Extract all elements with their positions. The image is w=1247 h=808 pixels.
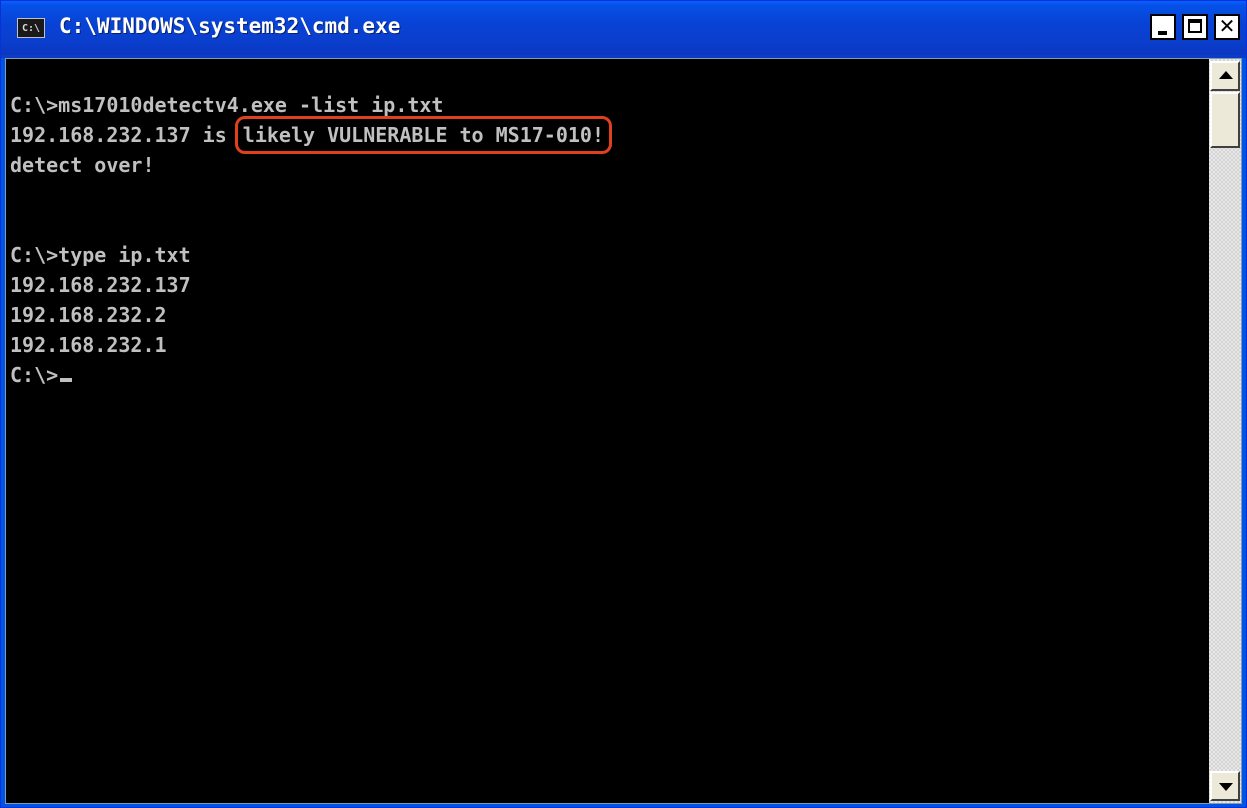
console-line-prefix: 192.168.232.137 is xyxy=(10,123,239,147)
console-line: C:\>type ip.txt xyxy=(10,243,191,267)
scroll-up-button[interactable] xyxy=(1210,61,1240,91)
minimize-button[interactable] xyxy=(1150,14,1176,40)
minimize-icon xyxy=(1158,31,1167,35)
console-prompt-line[interactable]: C:\> xyxy=(10,360,1210,390)
maximize-icon xyxy=(1188,19,1202,33)
maximize-button[interactable] xyxy=(1182,14,1208,40)
window-title: C:\WINDOWS\system32\cmd.exe xyxy=(59,14,401,38)
title-bar[interactable]: C:\ C:\WINDOWS\system32\cmd.exe ✕ xyxy=(1,1,1246,58)
arrow-up-icon xyxy=(1219,71,1233,79)
close-button[interactable]: ✕ xyxy=(1214,14,1240,40)
scroll-down-button[interactable] xyxy=(1210,771,1240,801)
console-output[interactable]: C:\>ms17010detectv4.exe -list ip.txt 192… xyxy=(10,59,1210,803)
console-area[interactable]: C:\>ms17010detectv4.exe -list ip.txt 192… xyxy=(5,58,1242,804)
scroll-thumb[interactable] xyxy=(1210,92,1240,148)
vulnerability-highlight: likely VULNERABLE to MS17-010! xyxy=(234,116,613,154)
console-line: C:\>ms17010detectv4.exe -list ip.txt xyxy=(10,93,444,117)
console-line: 192.168.232.2 xyxy=(10,303,167,327)
text-cursor xyxy=(60,378,73,382)
cmd-icon[interactable]: C:\ xyxy=(17,18,45,38)
console-line: 192.168.232.137 is likely VULNERABLE to … xyxy=(10,116,1210,154)
console-prompt: C:\> xyxy=(10,363,59,387)
arrow-down-icon xyxy=(1219,783,1233,791)
console-line: 192.168.232.137 xyxy=(10,273,191,297)
console-line: detect over! xyxy=(10,153,155,177)
cmd-window: C:\ C:\WINDOWS\system32\cmd.exe ✕ C:\>ms… xyxy=(0,0,1247,808)
vertical-scrollbar[interactable] xyxy=(1209,59,1241,803)
close-icon: ✕ xyxy=(1218,14,1236,38)
console-line: 192.168.232.1 xyxy=(10,333,167,357)
